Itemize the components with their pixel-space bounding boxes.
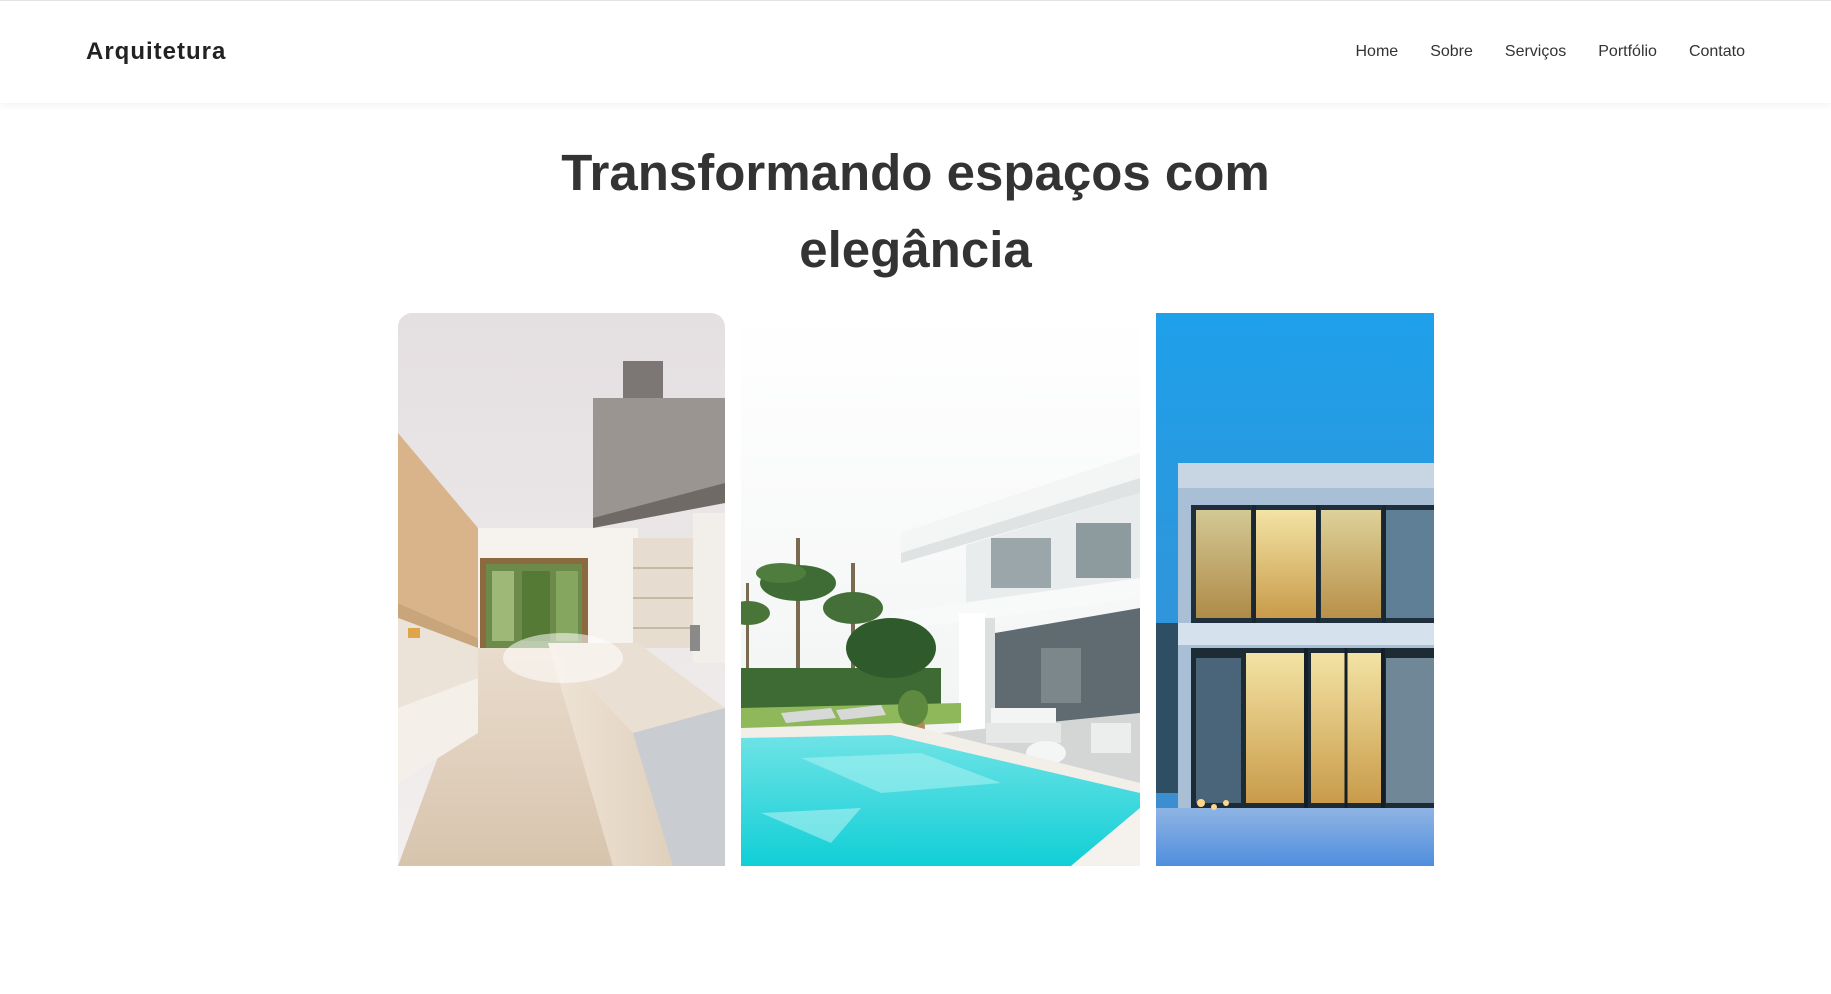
image-gallery [398, 313, 1434, 866]
gallery-image-pool-villa[interactable] [741, 313, 1140, 866]
nav-link-home[interactable]: Home [1356, 43, 1399, 61]
hero-title-line-2: elegância [799, 221, 1032, 278]
nav-link-portfolio[interactable]: Portfólio [1598, 43, 1657, 61]
site-logo[interactable]: Arquitetura [86, 38, 226, 66]
nav-link-servicos[interactable]: Serviços [1505, 43, 1566, 61]
main-nav: Home Sobre Serviços Portfólio Contato [1356, 43, 1746, 61]
site-header: Arquitetura Home Sobre Serviços Portfóli… [0, 0, 1831, 103]
kitchen-interior-photo [398, 313, 725, 866]
hero-title-line-1: Transformando espaços com [561, 144, 1270, 201]
gallery-image-kitchen[interactable] [398, 313, 725, 866]
nav-link-contato[interactable]: Contato [1689, 43, 1745, 61]
pool-villa-photo [741, 313, 1140, 866]
hero-title: Transformando espaços com elegância [0, 134, 1831, 288]
gallery-image-glass-house[interactable] [1156, 313, 1434, 866]
glass-house-night-photo [1156, 313, 1434, 866]
nav-link-sobre[interactable]: Sobre [1430, 43, 1473, 61]
